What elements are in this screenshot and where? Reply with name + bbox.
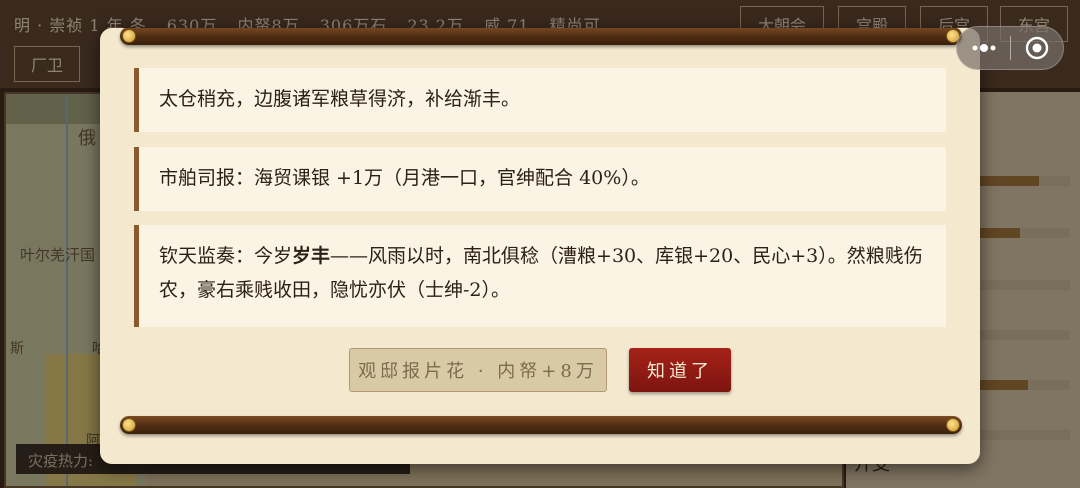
report-entry-prefix: 钦天监奏：今岁	[159, 245, 293, 267]
report-entry-text: 市舶司报：海贸课银 +1万（月港一口，官绅配合 40%）。	[159, 167, 650, 189]
event-report-modal: 太仓稍充，边腹诸军粮草得济，补给渐丰。 市舶司报：海贸课银 +1万（月港一口，官…	[100, 28, 980, 464]
report-entry: 市舶司报：海贸课银 +1万（月港一口，官绅配合 40%）。	[134, 147, 946, 211]
scroll-top-knob-left	[122, 29, 136, 43]
target-close-icon[interactable]	[1011, 26, 1063, 70]
scroll-top-rod	[120, 28, 962, 45]
scroll-bottom-knob-right	[946, 418, 960, 432]
report-entry: 太仓稍充，边腹诸军粮草得济，补给渐丰。	[134, 68, 946, 132]
scroll-bottom-rod	[120, 416, 962, 434]
acknowledge-button[interactable]: 知道了	[629, 348, 731, 392]
scroll-bottom-knob-left	[122, 418, 136, 432]
miniprogram-capsule	[956, 26, 1064, 70]
report-entry-text: 太仓稍充，边腹诸军粮草得济，补给渐丰。	[159, 88, 521, 110]
report-entry: 钦天监奏：今岁岁丰——风雨以时，南北俱稔（漕粮+30、库银+20、民心+3）。然…	[134, 225, 946, 327]
more-dots-icon[interactable]	[957, 26, 1010, 70]
watch-gazette-ad-button[interactable]: 观邸报片花 · 内帑+8万	[349, 348, 607, 392]
harvest-highlight: 岁丰	[292, 245, 331, 267]
